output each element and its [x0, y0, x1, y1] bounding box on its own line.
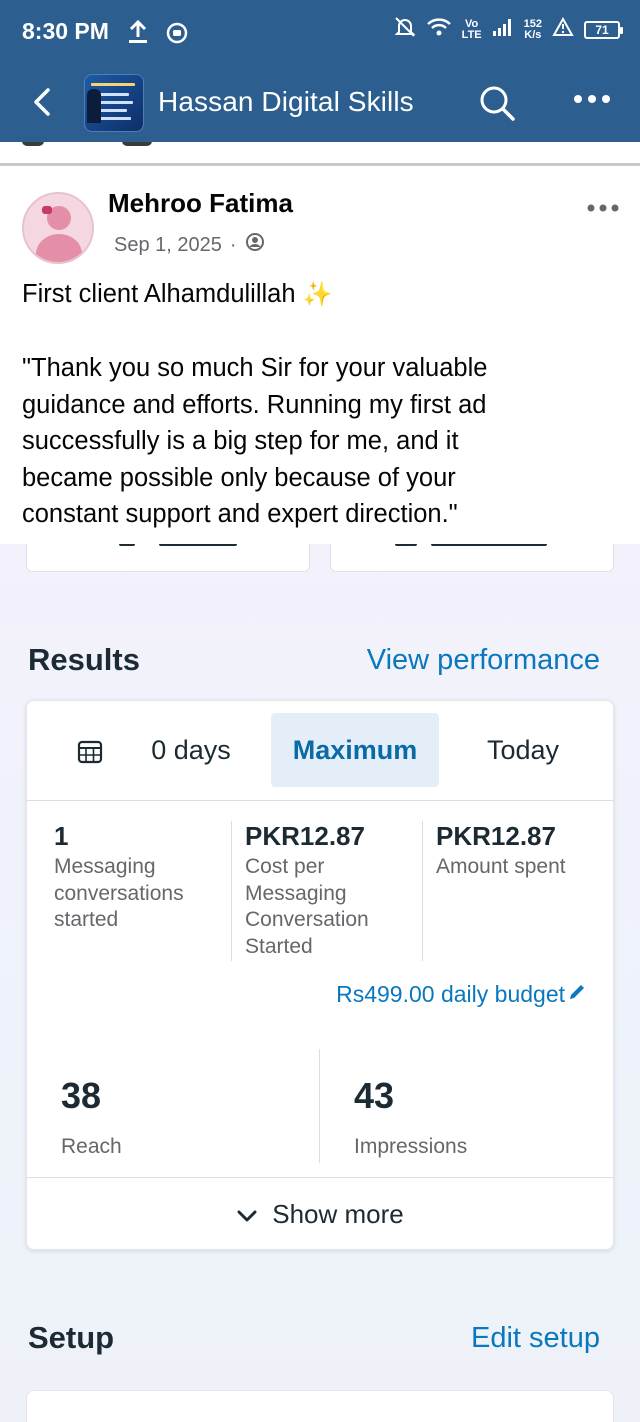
- tab-today[interactable]: Today: [463, 713, 583, 787]
- reach-stat: 38 Reach: [61, 1075, 122, 1159]
- metric-value: 1: [54, 821, 69, 851]
- post-first-line: First client Alhamdulillah: [22, 280, 303, 308]
- edit-button-cut: [26, 544, 310, 572]
- metric-divider: [422, 821, 423, 961]
- back-arrow-icon[interactable]: [26, 84, 62, 120]
- post-author[interactable]: Mehroo Fatima: [108, 188, 293, 219]
- previous-content-peek: [0, 142, 640, 166]
- metric-messaging-conversations: 1 Messaging conversations started: [54, 821, 229, 961]
- tab-maximum[interactable]: Maximum: [271, 713, 439, 787]
- battery-icon: 71: [584, 20, 623, 39]
- pencil-icon: [567, 981, 587, 1008]
- metric-label-line: Started: [245, 934, 313, 958]
- search-icon[interactable]: [478, 84, 516, 127]
- meta-separator: ·: [229, 233, 237, 256]
- daily-budget-link[interactable]: Rs499.00 daily budget: [336, 981, 587, 1008]
- group-header: Hassan Digital Skills: [0, 62, 640, 142]
- metric-label-line: conversations: [54, 881, 184, 905]
- results-title: Results: [28, 642, 140, 677]
- metric-amount-spent: PKR12.87 Amount spent: [436, 821, 606, 961]
- impressions-label: Impressions: [354, 1135, 468, 1158]
- metric-label-line: Conversation: [245, 908, 369, 931]
- more-horizontal-icon[interactable]: [572, 92, 612, 110]
- avatar[interactable]: [22, 192, 94, 264]
- post-quote-line: guidance and efforts. Running my first a…: [22, 390, 487, 419]
- metric-cost-per-conversation: PKR12.87 Cost per Messaging Conversation…: [245, 821, 420, 961]
- post-body: First client Alhamdulillah ✨ "Thank you …: [22, 276, 622, 533]
- group-title[interactable]: Hassan Digital Skills: [158, 86, 414, 118]
- post-quote-line: successfully is a big step for me, and i…: [22, 427, 459, 455]
- tab-custom-days[interactable]: 0 days: [131, 713, 251, 787]
- show-more-label: Show more: [272, 1199, 404, 1229]
- metric-divider: [231, 821, 232, 961]
- post-quote-line: became possible only because of your: [22, 463, 456, 492]
- post-quote-line: constant support and expert direction.": [22, 500, 458, 528]
- wifi-icon: [426, 16, 452, 43]
- network-bottom-label: LTE: [461, 28, 482, 41]
- group-cover-thumbnail[interactable]: [84, 74, 144, 132]
- network-type: Vo LTE: [461, 18, 482, 41]
- group-post: Mehroo Fatima Sep 1, 2025 · First client…: [0, 142, 640, 544]
- edit-setup-link[interactable]: Edit setup: [471, 1322, 600, 1355]
- upload-icon: [128, 19, 148, 49]
- metric-label: Messaging conversations started: [54, 854, 229, 934]
- view-performance-link[interactable]: View performance: [367, 644, 600, 677]
- metric-label-line: Messaging: [245, 881, 347, 905]
- impressions-stat: 43 Impressions: [354, 1075, 467, 1159]
- metric-label: Amount spent: [436, 854, 606, 881]
- post-meta: Sep 1, 2025 ·: [114, 232, 265, 258]
- warning-icon: [552, 16, 574, 42]
- metric-label-line: Messaging: [54, 855, 156, 878]
- metric-value: PKR12.87: [436, 821, 556, 851]
- privacy-icon: [245, 232, 265, 258]
- ads-manager-screenshot: Results View performance 0 days Maximum …: [0, 544, 640, 1422]
- metric-label: Cost per Messaging Conversation Started: [245, 854, 420, 960]
- setup-title: Setup: [28, 1320, 115, 1355]
- duplicate-button-cut: [330, 544, 614, 572]
- metric-label-line: Cost per: [245, 855, 325, 878]
- post-date[interactable]: Sep 1, 2025: [114, 234, 222, 257]
- speed-unit: K/s: [524, 28, 542, 41]
- impressions-value: 43: [354, 1075, 395, 1116]
- date-range-tabs: 0 days Maximum Today: [27, 701, 613, 801]
- metric-value: PKR12.87: [245, 821, 365, 851]
- status-time: 8:30 PM: [22, 18, 109, 44]
- reach-label: Reach: [61, 1135, 122, 1158]
- signal-icon: [492, 17, 514, 42]
- show-more-button[interactable]: Show more: [27, 1177, 613, 1251]
- post-options-icon[interactable]: [586, 200, 620, 218]
- chevron-down-icon: [236, 1199, 258, 1230]
- status-bar: 8:30 PM Vo LTE 152 K/s 71: [0, 0, 640, 62]
- sparkle-emoji: ✨: [302, 281, 333, 308]
- calendar-icon[interactable]: [77, 739, 103, 770]
- app-notification-icon: [166, 22, 188, 49]
- reach-value: 38: [61, 1075, 102, 1116]
- network-speed: 152 K/s: [524, 18, 542, 41]
- results-card: 0 days Maximum Today 1 Messaging convers…: [26, 700, 614, 1250]
- stat-divider: [319, 1049, 320, 1163]
- metric-label-line: Amount spent: [436, 855, 566, 878]
- metric-label-line: started: [54, 908, 119, 931]
- setup-card: [26, 1390, 614, 1422]
- mute-icon: [394, 16, 416, 43]
- post-quote-line: "Thank you so much Sir for your valuable: [22, 354, 488, 382]
- post-line-1: First client Alhamdulillah ✨: [22, 276, 622, 314]
- daily-budget-text: Rs499.00 daily budget: [336, 981, 565, 1007]
